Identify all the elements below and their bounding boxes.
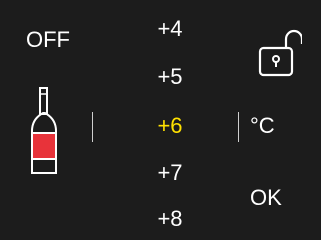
temperature-option[interactable]: +7 [140,161,200,185]
right-divider [238,112,239,142]
temperature-setting-screen: OFF +4 +5 +6 +7 +8 °C OK [0,0,321,240]
temperature-option[interactable]: +4 [140,17,200,41]
unlocked-padlock-icon[interactable] [258,26,304,78]
temperature-unit-label: °C [250,113,275,138]
wine-bottle-icon [22,85,66,180]
left-divider [92,112,93,142]
temperature-scroll-list[interactable]: +4 +5 +6 +7 +8 [140,0,200,240]
temperature-option[interactable]: +5 [140,65,200,89]
ok-button[interactable]: OK [250,186,282,210]
off-button[interactable]: OFF [26,28,70,52]
temperature-option-selected[interactable]: +6 [140,114,200,138]
temperature-option[interactable]: +8 [140,207,200,231]
